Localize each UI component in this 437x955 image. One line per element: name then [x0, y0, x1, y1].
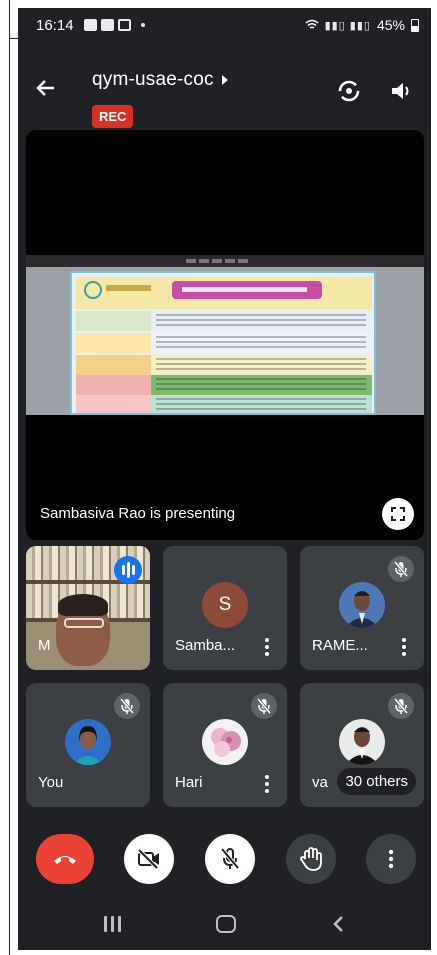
mic-off-icon — [388, 693, 414, 719]
participant-name: va — [312, 774, 328, 791]
youtube-notification-icon-2 — [101, 19, 114, 31]
mic-off-icon — [220, 847, 240, 870]
signal-strength-icon: ▮▮▯ ▮▮▯ — [324, 19, 371, 32]
back-arrow-icon[interactable] — [34, 76, 58, 100]
slide-row — [76, 355, 372, 375]
more-vert-icon — [388, 849, 394, 869]
participant-name: Samba... — [175, 637, 236, 654]
participant-tile[interactable]: You — [26, 683, 150, 807]
recents-icon[interactable] — [104, 916, 122, 932]
system-navigation-bar — [18, 903, 431, 950]
slide-row — [76, 311, 372, 331]
participant-tile[interactable]: M — [26, 546, 150, 670]
slide-row — [76, 395, 372, 413]
more-notifications-dot-icon — [141, 23, 145, 27]
avatar — [65, 719, 111, 765]
nav-back-icon[interactable] — [332, 915, 344, 933]
mic-off-icon — [251, 693, 277, 719]
recording-badge: REC — [92, 105, 134, 128]
meeting-code: qym-usae-coc — [92, 69, 214, 90]
participant-name: RAME... — [312, 637, 368, 654]
participant-hair — [58, 594, 108, 616]
participant-name: M — [38, 637, 51, 654]
more-options-button[interactable] — [366, 834, 416, 884]
call-controls — [18, 830, 431, 890]
shared-screen-toolbar — [26, 255, 424, 267]
phone-hangup-icon — [54, 856, 76, 864]
participant-name: You — [38, 774, 64, 791]
notification-icons — [84, 19, 145, 31]
switch-camera-icon[interactable] — [336, 78, 362, 104]
presentation-view[interactable]: Sambasiva Rao is presenting — [26, 130, 424, 540]
slide-header — [76, 277, 372, 309]
speaking-indicator-icon — [114, 556, 142, 584]
battery-percent: 45% — [376, 17, 405, 33]
status-time: 16:14 — [36, 17, 74, 34]
participant-tile[interactable]: Hari — [163, 683, 287, 807]
more-vert-icon[interactable] — [265, 638, 269, 656]
mic-off-icon — [388, 556, 414, 582]
participant-tile[interactable]: S Samba... — [163, 546, 287, 670]
raise-hand-button[interactable] — [286, 834, 336, 884]
slide-row — [76, 333, 372, 353]
hand-icon — [300, 847, 322, 871]
more-vert-icon[interactable] — [265, 775, 269, 793]
avatar — [339, 719, 385, 765]
frame-border-left — [9, 0, 10, 955]
slide-header-text — [106, 285, 151, 291]
avatar — [339, 582, 385, 628]
mic-off-icon — [114, 693, 140, 719]
leave-call-button[interactable] — [36, 834, 94, 884]
wifi-icon — [305, 19, 319, 29]
home-icon[interactable] — [216, 915, 236, 933]
participant-tile[interactable]: RAME... — [300, 546, 424, 670]
slide-row — [76, 375, 372, 395]
slide-banner — [172, 281, 322, 299]
fullscreen-icon — [391, 507, 405, 521]
camera-toggle-button[interactable] — [124, 834, 174, 884]
slide-logo-icon — [84, 281, 102, 299]
shared-screen — [26, 255, 424, 415]
participant-name: Hari — [175, 774, 203, 791]
shared-slide — [70, 271, 376, 415]
more-vert-icon[interactable] — [402, 638, 406, 656]
participant-glasses — [64, 618, 104, 628]
speaker-icon[interactable] — [388, 78, 414, 104]
fullscreen-button[interactable] — [382, 498, 414, 530]
battery-icon — [411, 18, 419, 32]
chevron-right-icon — [221, 75, 228, 85]
avatar — [202, 719, 248, 765]
avatar: S — [202, 582, 248, 628]
call-header: qym-usae-coc REC — [18, 48, 431, 138]
participant-tile[interactable]: va 30 others — [300, 683, 424, 807]
calendar-notification-icon — [118, 19, 131, 31]
system-icons: ▮▮▯ ▮▮▯ 45% — [305, 17, 419, 33]
meet-call-screen: 16:14 ▮▮▯ ▮▮▯ 45% qym-usae-coc REC Samba… — [18, 8, 431, 950]
video-off-icon — [137, 848, 159, 870]
meeting-title[interactable]: qym-usae-coc — [92, 69, 228, 91]
presenter-label: Sambasiva Rao is presenting — [40, 505, 236, 522]
status-bar: 16:14 ▮▮▯ ▮▮▯ 45% — [18, 8, 431, 44]
microphone-toggle-button[interactable] — [205, 834, 255, 884]
youtube-notification-icon — [84, 19, 97, 31]
others-count-badge[interactable]: 30 others — [337, 768, 416, 795]
